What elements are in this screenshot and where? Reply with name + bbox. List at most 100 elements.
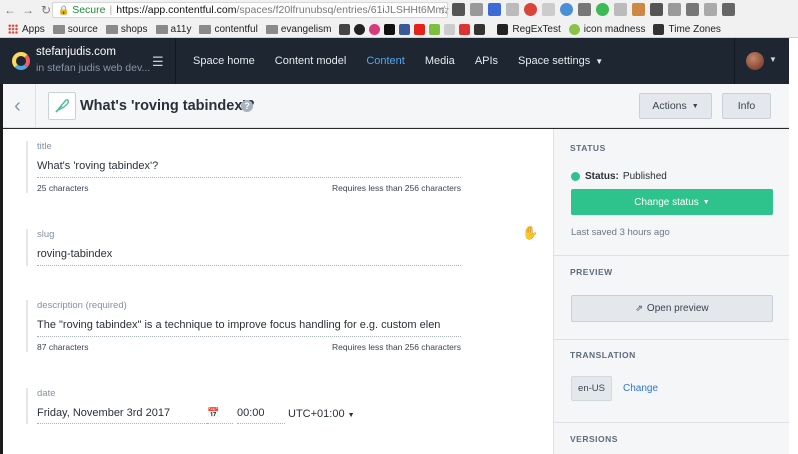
site-favicon[interactable] [384, 23, 396, 35]
nav-content-model[interactable]: Content model [275, 55, 347, 67]
space-name[interactable]: stefanjudis.com [36, 46, 116, 58]
bookmark-regextest[interactable]: RegExTest [497, 23, 561, 35]
info-button[interactable]: Info [722, 93, 771, 119]
caret-down-icon: ▼ [691, 102, 699, 110]
nav-content[interactable]: Content [366, 55, 405, 67]
timezone-value: UTC+01:00 [288, 407, 345, 420]
section-divider [554, 339, 790, 340]
site-favicon[interactable] [459, 23, 471, 35]
site-favicon[interactable] [444, 23, 456, 35]
field-label: description (required) [37, 300, 127, 311]
site-favicon[interactable] [429, 23, 441, 35]
time-input[interactable]: 00:00 [237, 407, 285, 424]
versions-heading: VERSIONS [570, 434, 618, 444]
extension-icon[interactable] [506, 3, 519, 16]
bookmark-icon-madness[interactable]: icon madness [568, 23, 645, 35]
nav-space-settings[interactable]: Space settings ▼ [518, 55, 603, 67]
nav-divider [734, 38, 735, 84]
status-value: Published [622, 171, 667, 182]
caret-down-icon: ▼ [347, 411, 355, 419]
caret-down-icon: ▼ [702, 198, 710, 206]
extension-icon[interactable] [560, 3, 573, 16]
site-favicon[interactable] [339, 23, 351, 35]
bookmark-time-zones[interactable]: Time Zones [653, 23, 721, 35]
title-input[interactable]: What's 'roving tabindex'? [37, 160, 443, 172]
timezone-select[interactable]: UTC+01:00 ▼ [288, 408, 355, 424]
date-row: Friday, November 3rd 2017 📅 00:00 UTC+01… [37, 407, 538, 424]
user-avatar[interactable] [746, 52, 764, 70]
url-host: https://app.contentful.com [116, 4, 237, 16]
extension-icon[interactable] [632, 3, 645, 16]
icon-madness-icon [568, 23, 580, 35]
url-text[interactable]: https://app.contentful.com/spaces/f20lfr… [116, 4, 447, 16]
background-window-edge [789, 38, 798, 454]
extension-icon[interactable] [596, 3, 609, 16]
extension-icon[interactable] [542, 3, 555, 16]
menu-dots-icon[interactable] [722, 3, 735, 16]
back-arrow-icon[interactable]: ← [2, 2, 18, 18]
field-date: date Friday, November 3rd 2017 📅 00:00 U… [26, 388, 538, 424]
site-favicon[interactable] [369, 23, 381, 35]
entry-sidebar: STATUS Status: Published Change status ▼ … [553, 129, 790, 454]
grab-cursor-icon: ✋ [522, 225, 539, 240]
extension-icon[interactable] [452, 3, 465, 16]
bookmark-star-icon[interactable]: ☆ [439, 3, 450, 17]
field-label: slug [37, 229, 55, 240]
hamburger-menu-icon[interactable]: ☰ [152, 54, 164, 70]
extension-icon[interactable] [578, 3, 591, 16]
external-link-icon: ⇗ [635, 303, 643, 313]
extension-icon[interactable] [614, 3, 627, 16]
actions-button[interactable]: Actions ▼ [639, 93, 712, 119]
input-underline [37, 177, 461, 178]
space-organization[interactable]: in stefan judis web dev... [36, 62, 150, 74]
caret-down-icon[interactable]: ▼ [769, 55, 777, 64]
nav-space-home[interactable]: Space home [193, 55, 255, 67]
extension-icon[interactable] [668, 3, 681, 16]
extension-icon[interactable] [704, 3, 717, 16]
bookmark-label: evangelism [280, 23, 332, 35]
extension-icon[interactable] [686, 3, 699, 16]
forward-arrow-icon[interactable]: → [20, 2, 36, 18]
translation-heading: TRANSLATION [570, 350, 636, 360]
clock-icon [653, 23, 665, 35]
youtube-icon[interactable] [414, 23, 426, 35]
section-divider [554, 255, 790, 256]
change-locale-link[interactable]: Change [623, 383, 658, 394]
change-status-button[interactable]: Change status ▼ [571, 189, 773, 215]
last-saved-text: Last saved 3 hours ago [571, 227, 670, 238]
bookmark-folder-evangelism[interactable]: evangelism [265, 23, 332, 35]
bookmark-folder-contentful[interactable]: contentful [199, 24, 258, 35]
address-bar[interactable]: 🔒 Secure | https://app.contentful.com/sp… [52, 2, 448, 18]
nav-apis[interactable]: APIs [475, 55, 498, 67]
character-limit: Requires less than 256 characters [332, 342, 461, 352]
bookmark-folder-shops[interactable]: shops [105, 23, 148, 35]
bookmark-label: a11y [170, 23, 192, 35]
bookmark-label: shops [120, 23, 148, 35]
date-input[interactable]: Friday, November 3rd 2017 [37, 407, 207, 424]
calendar-icon[interactable]: 📅 [207, 408, 233, 424]
open-preview-button[interactable]: ⇗ Open preview [571, 295, 773, 322]
facebook-icon[interactable] [399, 23, 411, 35]
extension-icon[interactable] [650, 3, 663, 16]
extension-icon[interactable] [488, 3, 501, 16]
github-icon[interactable] [354, 23, 366, 35]
bookmark-label: Apps [22, 23, 45, 35]
bookmark-folder-a11y[interactable]: a11y [155, 23, 192, 35]
nav-media[interactable]: Media [425, 55, 455, 67]
description-input[interactable]: The "roving tabindex" is a technique to … [37, 319, 443, 331]
contentful-logo-icon[interactable] [12, 52, 30, 70]
bookmark-folder-source[interactable]: source [52, 24, 98, 35]
back-chevron-icon[interactable]: ‹ [0, 84, 36, 128]
nav-space-settings-label: Space settings [518, 55, 591, 67]
slug-input[interactable]: roving-tabindex [37, 248, 443, 260]
input-underline [37, 336, 461, 337]
title-text-pre: What's 'roving [37, 160, 109, 172]
field-meta: 25 characters Requires less than 256 cha… [37, 183, 461, 193]
site-favicon[interactable] [474, 23, 486, 35]
entry-editor: title What's 'roving tabindex'? 25 chara… [0, 129, 553, 454]
entry-title: What's 'roving tabindex'? [80, 98, 255, 114]
bookmark-apps[interactable]: Apps [8, 24, 45, 35]
help-question-icon[interactable]: ? [241, 100, 253, 112]
extension-icon[interactable] [470, 3, 483, 16]
extension-icon[interactable] [524, 3, 537, 16]
